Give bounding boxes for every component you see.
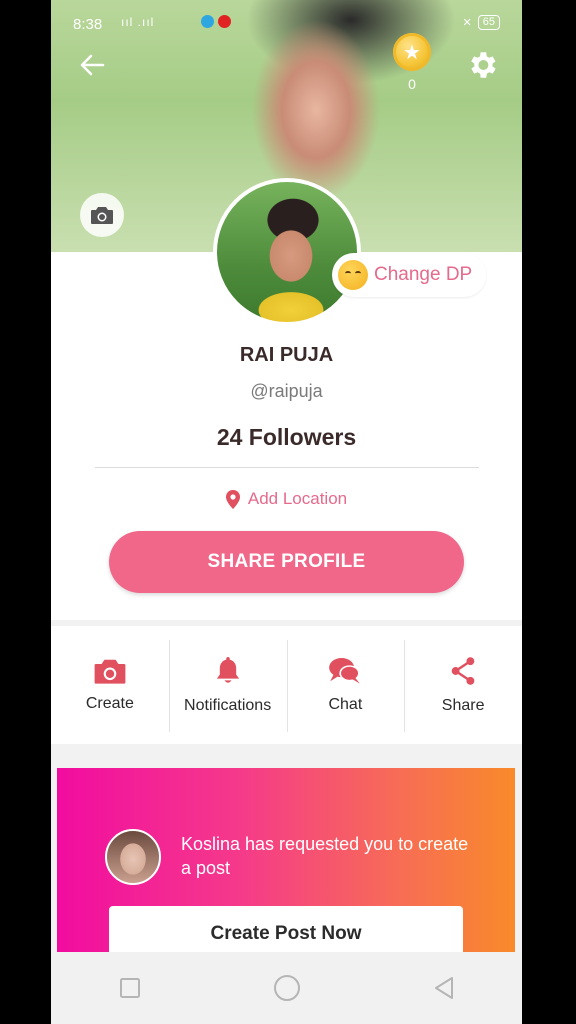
change-dp-label: Change DP	[374, 264, 473, 285]
camera-icon	[91, 207, 113, 224]
add-location-button[interactable]: Add Location	[51, 489, 522, 509]
notification-icons	[201, 15, 231, 28]
action-create[interactable]: Create	[51, 626, 169, 744]
wifi-off-icon: ✕	[462, 17, 472, 29]
add-location-label: Add Location	[247, 489, 348, 508]
post-request-message: Koslina has requested you to create a po…	[181, 834, 469, 878]
recents-button[interactable]	[110, 968, 150, 1008]
chat-icon	[329, 657, 361, 684]
battery-icon: 65	[477, 15, 500, 30]
share-icon	[451, 657, 475, 685]
requester-avatar[interactable]	[105, 829, 161, 885]
status-right: ✕ 65	[463, 15, 500, 30]
action-create-label: Create	[85, 695, 134, 712]
square-icon	[119, 978, 140, 998]
action-share-label: Share	[441, 697, 485, 714]
arrow-left-icon	[80, 54, 105, 76]
circle-icon	[273, 975, 300, 1001]
profile-avatar[interactable]	[213, 178, 361, 326]
gear-icon	[471, 52, 496, 78]
action-notifications[interactable]: Notifications	[168, 626, 287, 744]
action-chat[interactable]: Chat	[286, 626, 405, 744]
settings-button[interactable]	[465, 48, 499, 82]
kissing-emoji-icon	[338, 260, 368, 290]
post-request-card: Koslina has requested you to create a po…	[57, 768, 515, 962]
signal-icon: ııl .ııl	[121, 15, 155, 29]
back-button[interactable]	[77, 50, 107, 80]
change-cover-button[interactable]	[80, 193, 124, 237]
camera-icon	[94, 659, 126, 684]
bell-icon	[216, 657, 239, 683]
divider	[95, 467, 479, 468]
action-share[interactable]: Share	[404, 626, 522, 744]
telegram-icon	[201, 15, 214, 28]
coin-icon[interactable]: ★	[393, 33, 431, 71]
profile-handle: @raipuja	[250, 381, 323, 401]
action-notifications-label: Notifications	[184, 697, 272, 714]
followers-count[interactable]: 24 Followers	[51, 424, 522, 451]
profile-name: RAI PUJA	[239, 344, 334, 366]
share-profile-button[interactable]: SHARE PROFILE	[109, 531, 464, 593]
back-nav-button[interactable]	[424, 968, 464, 1008]
app-screen: 8:38 ııl .ııl ✕ 65 ★ 0 Change DP RAI PUJ…	[51, 0, 522, 1024]
change-dp-button[interactable]: Change DP	[332, 253, 487, 297]
home-button[interactable]	[267, 968, 307, 1008]
action-chat-label: Chat	[328, 696, 363, 713]
triangle-back-icon	[434, 977, 453, 999]
status-time: 8:38	[73, 16, 103, 33]
action-bar: Create Notifications Chat Share	[51, 626, 522, 744]
location-pin-icon	[225, 489, 240, 509]
status-bar: 8:38 ııl .ııl ✕ 65	[51, 0, 522, 48]
youtube-icon	[218, 15, 231, 28]
coin-count: 0	[408, 76, 416, 92]
system-nav-bar	[51, 952, 522, 1024]
